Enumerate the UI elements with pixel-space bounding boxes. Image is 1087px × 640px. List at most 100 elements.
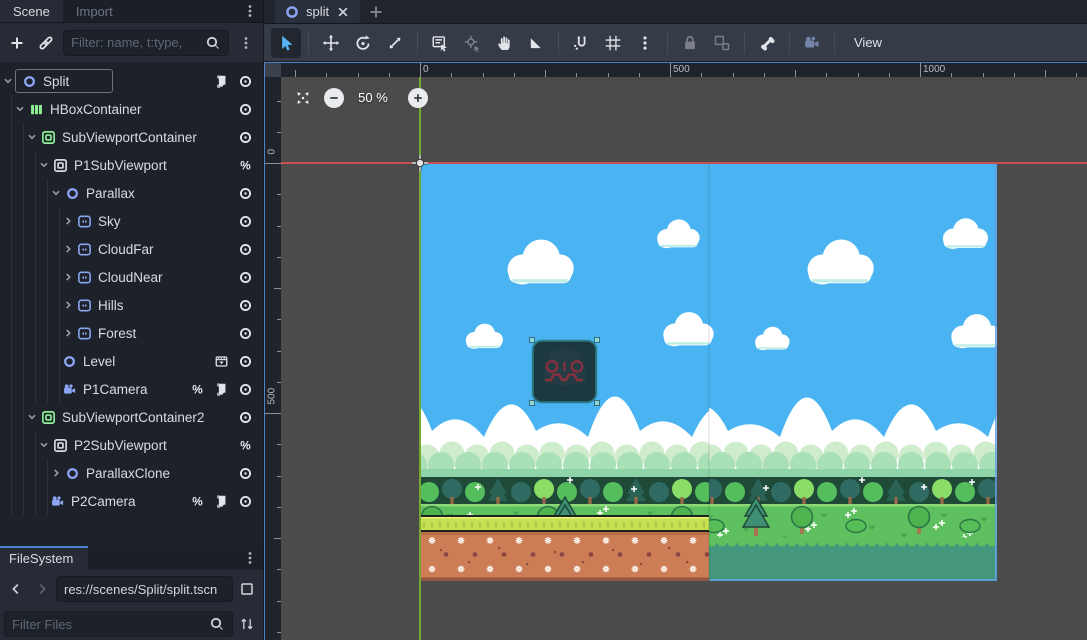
tree-node-hboxcontainer[interactable]: HBoxContainer — [0, 95, 263, 123]
filter-nodes-input[interactable]: Filter: name, t:type, — [63, 30, 229, 56]
move-tool-button[interactable] — [316, 28, 346, 58]
visibility-toggle-icon[interactable] — [235, 267, 255, 287]
visibility-toggle-icon[interactable] — [235, 491, 255, 511]
visibility-toggle-icon[interactable] — [235, 71, 255, 91]
tab-import[interactable]: Import — [63, 0, 126, 22]
close-tab-icon[interactable] — [335, 4, 351, 20]
chevron-down-icon[interactable] — [12, 101, 27, 117]
tree-node-level[interactable]: Level — [0, 347, 263, 375]
tree-node-split[interactable]: Split — [0, 67, 263, 95]
pivot-tool-button[interactable] — [457, 28, 487, 58]
visibility-toggle-icon[interactable] — [235, 99, 255, 119]
zoom-out-button[interactable] — [324, 88, 344, 108]
tree-node-forest[interactable]: Forest — [0, 319, 263, 347]
lock-tool-button[interactable] — [675, 28, 705, 58]
visibility-toggle-icon[interactable] — [235, 407, 255, 427]
indent-guide — [24, 375, 36, 403]
horizontal-ruler[interactable]: 05001000 — [281, 63, 1087, 77]
zoom-in-button[interactable] — [408, 88, 428, 108]
new-scene-tab-button[interactable] — [360, 0, 392, 23]
player-character[interactable] — [530, 338, 600, 406]
current-path-field[interactable]: res://scenes/Split/split.tscn — [56, 576, 233, 602]
tree-node-cloudfar[interactable]: CloudFar — [0, 235, 263, 263]
chevron-down-icon[interactable] — [24, 409, 39, 425]
chevron-right-icon[interactable] — [60, 297, 75, 313]
skeleton-bone-tool-button[interactable] — [752, 28, 782, 58]
tree-node-sky[interactable]: Sky — [0, 207, 263, 235]
camera-override-tool-icon — [803, 34, 821, 52]
viewport-canvas[interactable]: 50 % — [281, 77, 1087, 640]
center-view-icon[interactable] — [295, 90, 311, 106]
grid-snap-button[interactable] — [598, 28, 628, 58]
tree-node-p2subviewport[interactable]: P2SubViewport% — [0, 431, 263, 459]
camera-override-tool-button[interactable] — [797, 28, 827, 58]
tree-node-parallaxclone[interactable]: ParallaxClone — [0, 459, 263, 487]
chevron-right-icon — [34, 581, 50, 597]
script-icon[interactable] — [211, 491, 231, 511]
script-icon[interactable] — [211, 71, 231, 91]
tree-node-p2camera[interactable]: P2Camera% — [0, 487, 263, 515]
indent-guide — [48, 347, 60, 375]
tree-node-p1subviewport[interactable]: P1SubViewport% — [0, 151, 263, 179]
chevron-down-icon[interactable] — [24, 129, 39, 145]
chevron-down-icon[interactable] — [36, 437, 51, 453]
filesystem-menu-button[interactable] — [237, 546, 263, 570]
ruler-tool-button[interactable] — [521, 28, 551, 58]
scale-tool-button[interactable] — [380, 28, 410, 58]
tree-node-subviewportcontainer[interactable]: SubViewportContainer — [0, 123, 263, 151]
rotate-tool-button[interactable] — [348, 28, 378, 58]
node-rename-box[interactable]: Split — [15, 69, 113, 93]
visibility-toggle-icon[interactable] — [235, 463, 255, 483]
origin-gizmo[interactable] — [411, 154, 429, 172]
list-select-tool-button[interactable] — [425, 28, 455, 58]
list-select-tool-icon — [431, 34, 449, 52]
visibility-toggle-icon[interactable] — [235, 323, 255, 343]
filter-files-input[interactable]: Filter Files — [4, 611, 233, 637]
tree-node-cloudnear[interactable]: CloudNear — [0, 263, 263, 291]
tree-node-subviewportcontainer2[interactable]: SubViewportContainer2 — [0, 403, 263, 431]
node-name-label: SubViewportContainer2 — [62, 410, 204, 425]
instance-scene-button[interactable] — [34, 31, 58, 55]
tree-options-menu-button[interactable] — [234, 31, 258, 55]
chevron-right-icon[interactable] — [48, 465, 63, 481]
visibility-toggle-icon[interactable] — [235, 379, 255, 399]
chevron-down-icon[interactable] — [36, 157, 51, 173]
pan-tool-button[interactable] — [489, 28, 519, 58]
sort-files-button[interactable] — [235, 612, 259, 636]
view-menu-button[interactable]: View — [842, 28, 894, 58]
node2d-icon — [64, 185, 81, 201]
history-forward-button[interactable] — [30, 577, 54, 601]
select-tool-button[interactable] — [271, 28, 301, 58]
snap-options-menu-button[interactable] — [630, 28, 660, 58]
scene-tab-split[interactable]: split — [275, 0, 360, 23]
script-icon[interactable] — [211, 379, 231, 399]
vertical-ruler[interactable]: 0500 — [265, 77, 281, 640]
visibility-toggle-icon[interactable] — [235, 183, 255, 203]
toggle-split-mode-button[interactable] — [235, 577, 259, 601]
chevron-right-icon[interactable] — [60, 213, 75, 229]
chevron-down-icon[interactable] — [48, 185, 63, 201]
chevron-down-icon[interactable] — [0, 73, 15, 89]
smart-snap-button[interactable] — [566, 28, 596, 58]
tab-scene[interactable]: Scene — [0, 0, 63, 22]
tree-node-p1camera[interactable]: P1Camera% — [0, 375, 263, 403]
scene-dock-menu-button[interactable] — [237, 0, 263, 22]
add-node-button[interactable] — [5, 31, 29, 55]
chevron-right-icon[interactable] — [60, 325, 75, 341]
visibility-toggle-icon[interactable] — [235, 295, 255, 315]
zoom-level-label[interactable]: 50 % — [345, 88, 401, 108]
tab-filesystem[interactable]: FileSystem — [0, 546, 88, 570]
tree-node-parallax[interactable]: Parallax — [0, 179, 263, 207]
chevron-right-icon[interactable] — [60, 269, 75, 285]
chevron-right-icon[interactable] — [60, 241, 75, 257]
visibility-toggle-icon[interactable] — [235, 239, 255, 259]
tree-node-hills[interactable]: Hills — [0, 291, 263, 319]
ungroup-tool-button[interactable] — [707, 28, 737, 58]
ruler-tick — [274, 538, 281, 539]
ruler-tick — [545, 70, 546, 77]
visibility-toggle-icon[interactable] — [235, 211, 255, 231]
scene-dock-tabbar: Scene Import — [0, 0, 263, 23]
visibility-toggle-icon[interactable] — [235, 351, 255, 371]
visibility-toggle-icon[interactable] — [235, 127, 255, 147]
history-back-button[interactable] — [4, 577, 28, 601]
